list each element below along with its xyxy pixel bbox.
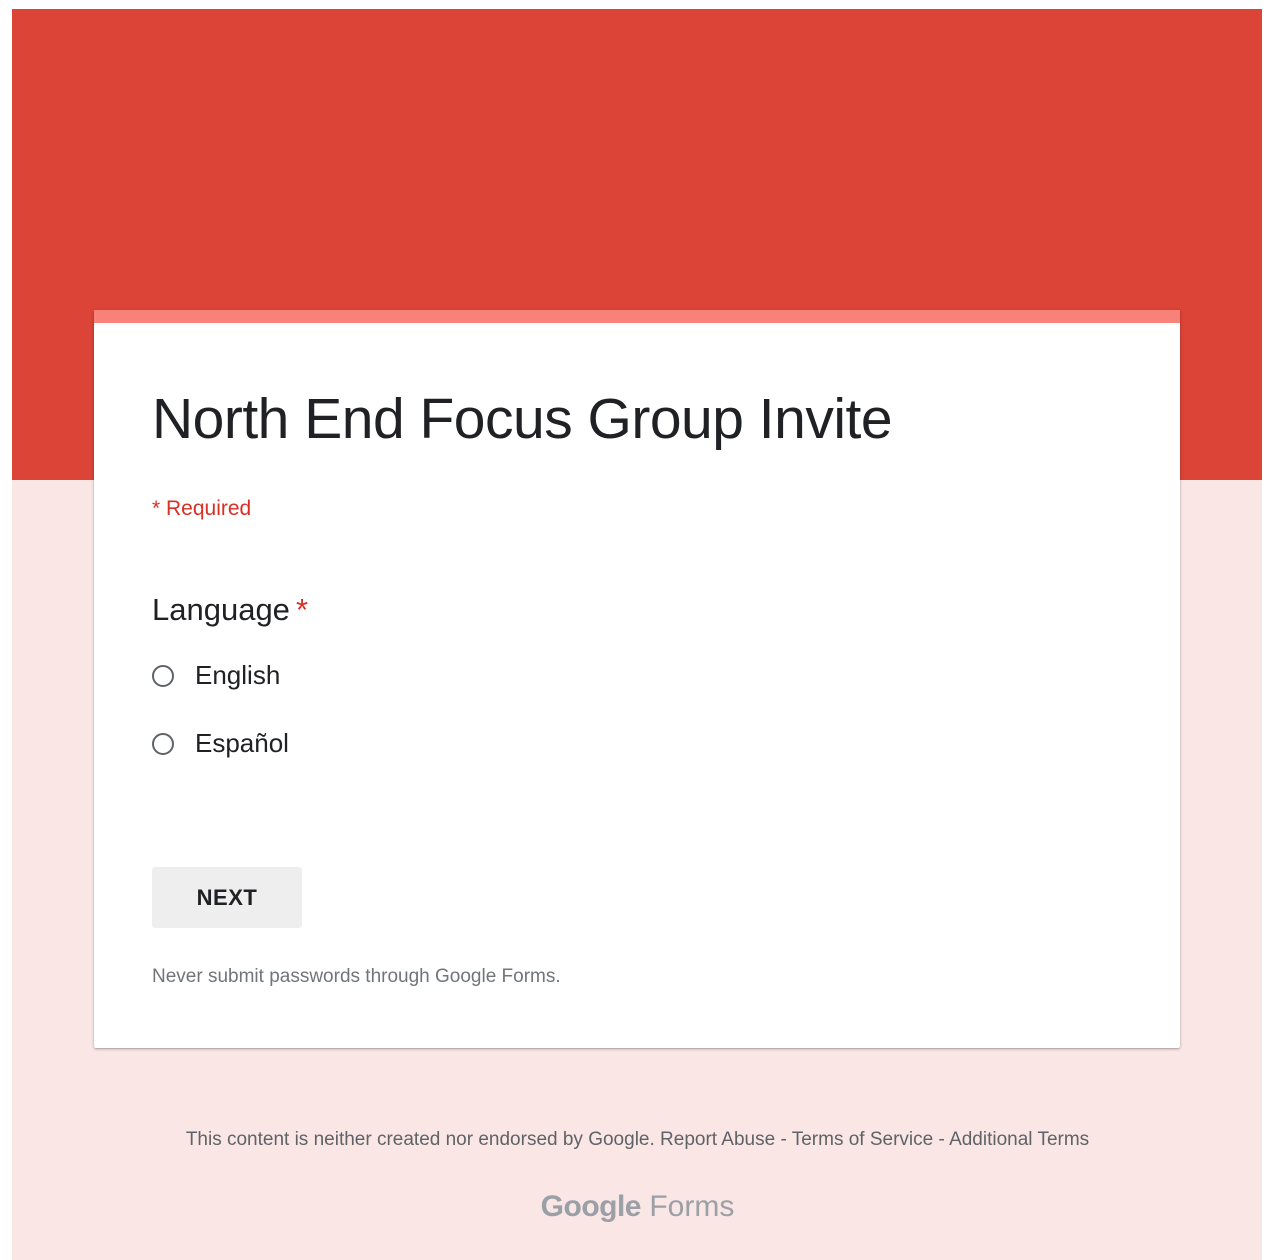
next-button[interactable]: NEXT bbox=[152, 867, 302, 928]
form-title: North End Focus Group Invite bbox=[152, 387, 893, 451]
terms-of-service-link[interactable]: Terms of Service bbox=[792, 1129, 933, 1150]
footer-separator: - bbox=[775, 1129, 792, 1150]
report-abuse-link[interactable]: Report Abuse bbox=[660, 1129, 775, 1150]
logo-forms-text: Forms bbox=[649, 1190, 735, 1223]
radio-unchecked-icon[interactable] bbox=[152, 664, 174, 687]
option-english[interactable]: English bbox=[152, 660, 280, 691]
additional-terms-link[interactable]: Additional Terms bbox=[949, 1129, 1089, 1150]
option-label: Español bbox=[195, 728, 289, 758]
option-espanol[interactable]: Español bbox=[152, 728, 289, 759]
option-label: English bbox=[195, 660, 281, 690]
logo-google-text: Google bbox=[540, 1190, 642, 1223]
question-title: Language * bbox=[152, 592, 308, 628]
footer-disclaimer: This content is neither created nor endo… bbox=[0, 1129, 1265, 1151]
google-forms-logo[interactable]: Google Forms bbox=[0, 1190, 1265, 1224]
disclaimer-text: This content is neither created nor endo… bbox=[185, 1129, 655, 1150]
card-accent-stripe bbox=[94, 310, 1180, 323]
question-title-label: Language bbox=[152, 592, 290, 627]
form-card: North End Focus Group Invite * Required … bbox=[94, 310, 1180, 1048]
required-asterisk: * bbox=[295, 592, 309, 627]
footer-separator: - bbox=[933, 1129, 950, 1150]
password-warning: Never submit passwords through Google Fo… bbox=[152, 966, 561, 987]
radio-unchecked-icon[interactable] bbox=[152, 732, 174, 755]
required-note: * Required bbox=[152, 497, 252, 520]
